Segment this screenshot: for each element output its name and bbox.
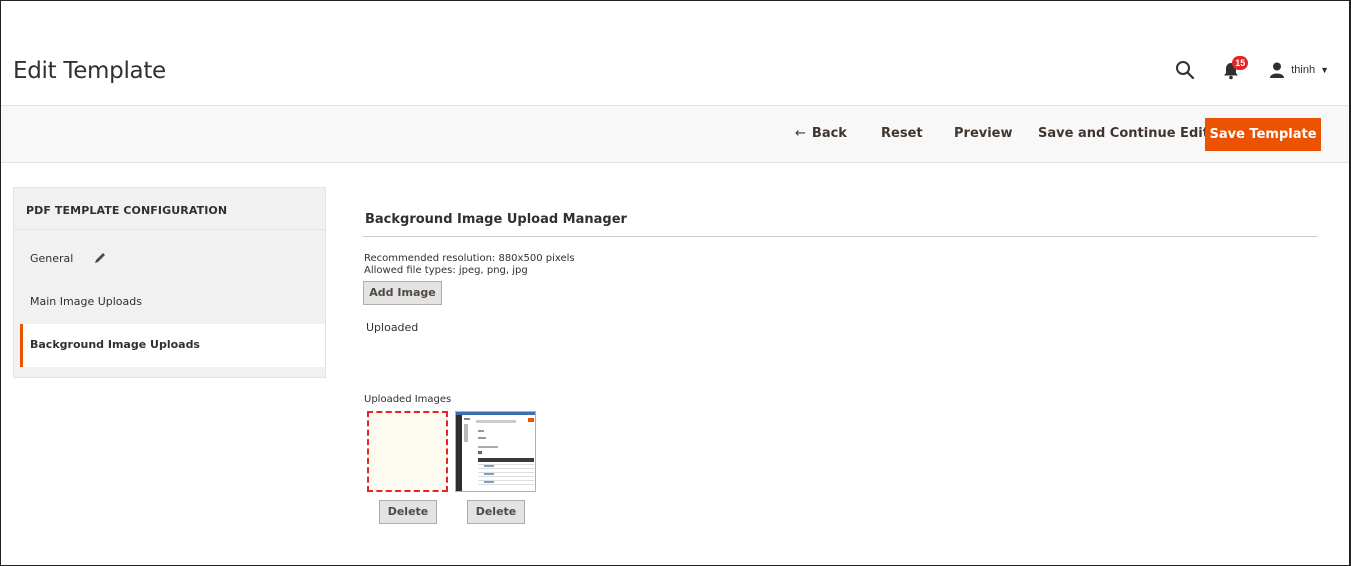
chevron-down-icon: ▼ bbox=[1320, 65, 1329, 75]
save-and-continue-button[interactable]: Save and Continue Edit bbox=[1038, 123, 1209, 145]
save-template-button[interactable]: Save Template bbox=[1205, 118, 1321, 151]
preview-button[interactable]: Preview bbox=[954, 123, 1013, 145]
search-icon[interactable] bbox=[1175, 60, 1195, 80]
sidebar-item-main-image-uploads[interactable]: Main Image Uploads bbox=[20, 281, 325, 324]
back-button-label: Back bbox=[811, 126, 847, 141]
sidebar-title: PDF TEMPLATE CONFIGURATION bbox=[26, 204, 228, 217]
screenshot-thumbnail-image bbox=[456, 412, 535, 491]
header-actions: 15 thinh ▼ bbox=[1175, 56, 1329, 82]
page-actions-bar: ← Back Reset Preview Save and Continue Ed… bbox=[1, 105, 1349, 163]
uploaded-image-thumbnail[interactable] bbox=[367, 411, 448, 492]
recommended-resolution-note: Recommended resolution: 880x500 pixels bbox=[364, 253, 575, 264]
sidebar-item-background-image-uploads[interactable]: Background Image Uploads bbox=[20, 324, 325, 367]
section-title: Background Image Upload Manager bbox=[365, 212, 627, 227]
sidebar-item-general[interactable]: General bbox=[20, 238, 325, 281]
notification-count-badge: 15 bbox=[1232, 56, 1249, 70]
reset-button[interactable]: Reset bbox=[881, 123, 923, 145]
user-menu[interactable]: thinh ▼ bbox=[1269, 62, 1329, 78]
sidebar-tabs: PDF TEMPLATE CONFIGURATION General Main … bbox=[13, 187, 326, 378]
uploaded-label: Uploaded bbox=[366, 321, 419, 334]
divider bbox=[14, 229, 325, 230]
sidebar-item-label: Main Image Uploads bbox=[30, 295, 142, 308]
divider bbox=[363, 236, 1318, 237]
notifications-bell-icon[interactable]: 15 bbox=[1223, 56, 1249, 80]
delete-image-button[interactable]: Delete bbox=[467, 500, 525, 524]
back-button[interactable]: ← Back bbox=[795, 123, 847, 145]
add-image-button[interactable]: Add Image bbox=[363, 281, 442, 305]
sidebar-item-label: Background Image Uploads bbox=[30, 338, 200, 351]
arrow-left-icon: ← bbox=[795, 126, 806, 141]
sidebar-item-label: General bbox=[30, 252, 74, 265]
pencil-icon bbox=[95, 253, 105, 263]
uploaded-image-thumbnail[interactable] bbox=[455, 411, 536, 492]
delete-image-button[interactable]: Delete bbox=[379, 500, 437, 524]
allowed-file-types-note: Allowed file types: jpeg, png, jpg bbox=[364, 265, 528, 276]
user-icon bbox=[1270, 62, 1285, 78]
uploaded-images-label: Uploaded Images bbox=[364, 394, 452, 405]
page-title: Edit Template bbox=[13, 58, 166, 84]
user-name: thinh bbox=[1291, 64, 1316, 76]
